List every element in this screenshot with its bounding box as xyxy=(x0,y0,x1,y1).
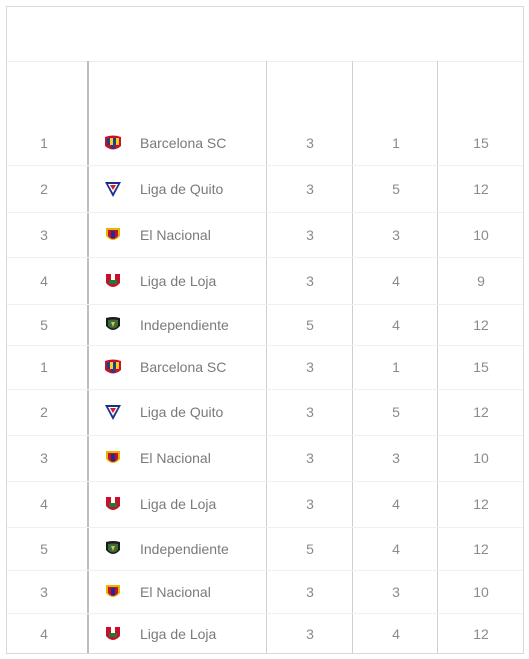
rank-cell: 5 xyxy=(40,316,48,333)
team-name: Barcelona SC xyxy=(140,134,227,151)
points-cell: 12 xyxy=(473,316,489,333)
team-cell[interactable]: Liga de Loja xyxy=(103,613,263,654)
liga-de-loja-crest-icon xyxy=(103,494,123,514)
team-name: El Nacional xyxy=(140,450,211,466)
played-cell: 3 xyxy=(306,226,314,243)
standings-table-frame: 1 Barcelona SC 3 1 15 2 Liga de Quito 3 … xyxy=(6,6,524,654)
table-row[interactable]: 5 Independiente 5 4 12 xyxy=(7,304,523,346)
el-nacional-crest-icon xyxy=(103,225,123,245)
team-name: El Nacional xyxy=(140,226,211,243)
table-row[interactable]: 4 Liga de Loja 3 4 9 xyxy=(7,257,523,305)
points-cell: 15 xyxy=(473,134,489,151)
table-row[interactable]: 3 El Nacional 3 3 10 xyxy=(7,212,523,258)
rank-cell: 1 xyxy=(40,359,48,375)
team-cell[interactable]: El Nacional xyxy=(103,570,263,613)
team-cell[interactable]: Liga de Loja xyxy=(103,481,263,527)
played-cell: 3 xyxy=(306,359,314,375)
el-nacional-crest-icon xyxy=(103,582,123,602)
played-cell: 3 xyxy=(306,134,314,151)
table-row[interactable]: 1 Barcelona SC 3 1 15 xyxy=(7,345,523,390)
independiente-crest-icon xyxy=(103,539,123,559)
rank-cell: 3 xyxy=(40,450,48,466)
liga-de-loja-crest-icon xyxy=(103,271,123,291)
rank-cell: 5 xyxy=(40,540,48,557)
wins-cell: 5 xyxy=(392,180,400,197)
wins-cell: 1 xyxy=(392,134,400,151)
points-cell: 12 xyxy=(473,404,489,420)
played-cell: 3 xyxy=(306,180,314,197)
barcelona-sc-crest-icon xyxy=(103,357,123,377)
team-name: Barcelona SC xyxy=(140,359,227,375)
rank-cell: 3 xyxy=(40,583,48,600)
rank-cell: 1 xyxy=(40,134,48,151)
wins-cell: 5 xyxy=(392,404,400,420)
team-cell[interactable]: Liga de Quito xyxy=(103,389,263,435)
team-cell[interactable]: El Nacional xyxy=(103,212,263,257)
independiente-crest-icon xyxy=(103,315,123,335)
team-cell[interactable]: El Nacional xyxy=(103,435,263,481)
team-cell[interactable]: Liga de Loja xyxy=(103,257,263,304)
table-header-bar xyxy=(7,7,523,62)
team-cell[interactable]: Liga de Quito xyxy=(103,165,263,212)
table-row[interactable]: 1 Barcelona SC 3 1 15 xyxy=(7,120,523,166)
wins-cell: 1 xyxy=(392,359,400,375)
points-cell: 12 xyxy=(473,180,489,197)
team-cell[interactable]: Barcelona SC xyxy=(103,345,263,389)
team-name: Independiente xyxy=(140,540,229,557)
team-cell[interactable]: Independiente xyxy=(103,304,263,345)
table-row[interactable]: 5 Independiente 5 4 12 xyxy=(7,527,523,571)
table-row[interactable]: 2 Liga de Quito 3 5 12 xyxy=(7,165,523,213)
rank-cell: 3 xyxy=(40,226,48,243)
rank-cell: 4 xyxy=(40,272,48,289)
wins-cell: 3 xyxy=(392,226,400,243)
played-cell: 5 xyxy=(306,316,314,333)
el-nacional-crest-icon xyxy=(103,448,123,468)
points-cell: 10 xyxy=(473,226,489,243)
wins-cell: 4 xyxy=(392,625,400,642)
table-row[interactable]: 4 Liga de Loja 3 4 12 xyxy=(7,481,523,528)
points-cell: 10 xyxy=(473,450,489,466)
points-cell: 9 xyxy=(477,272,485,289)
played-cell: 3 xyxy=(306,272,314,289)
team-name: El Nacional xyxy=(140,583,211,600)
wins-cell: 4 xyxy=(392,272,400,289)
table-row[interactable]: 3 El Nacional 3 3 10 xyxy=(7,570,523,614)
team-name: Liga de Quito xyxy=(140,180,224,197)
wins-cell: 3 xyxy=(392,450,400,466)
rank-cell: 2 xyxy=(40,180,48,197)
team-name: Liga de Loja xyxy=(140,272,217,289)
wins-cell: 4 xyxy=(392,540,400,557)
liga-de-loja-crest-icon xyxy=(103,624,123,644)
liga-de-quito-crest-icon xyxy=(103,402,123,422)
rank-cell: 4 xyxy=(40,496,48,512)
team-name: Liga de Quito xyxy=(140,404,224,420)
played-cell: 3 xyxy=(306,625,314,642)
played-cell: 3 xyxy=(306,496,314,512)
team-name: Independiente xyxy=(140,316,229,333)
team-name: Liga de Loja xyxy=(140,496,217,512)
points-cell: 12 xyxy=(473,540,489,557)
table-row[interactable]: 4 Liga de Loja 3 4 12 xyxy=(7,613,523,654)
team-cell[interactable]: Barcelona SC xyxy=(103,120,263,165)
points-cell: 10 xyxy=(473,583,489,600)
liga-de-quito-crest-icon xyxy=(103,179,123,199)
points-cell: 12 xyxy=(473,625,489,642)
wins-cell: 4 xyxy=(392,496,400,512)
rank-cell: 4 xyxy=(40,625,48,642)
team-name: Liga de Loja xyxy=(140,625,217,642)
team-cell[interactable]: Independiente xyxy=(103,527,263,570)
played-cell: 3 xyxy=(306,404,314,420)
barcelona-sc-crest-icon xyxy=(103,133,123,153)
wins-cell: 3 xyxy=(392,583,400,600)
played-cell: 3 xyxy=(306,583,314,600)
points-cell: 12 xyxy=(473,496,489,512)
played-cell: 5 xyxy=(306,540,314,557)
table-row[interactable]: 3 El Nacional 3 3 10 xyxy=(7,435,523,482)
wins-cell: 4 xyxy=(392,316,400,333)
played-cell: 3 xyxy=(306,450,314,466)
rank-cell: 2 xyxy=(40,404,48,420)
table-row[interactable]: 2 Liga de Quito 3 5 12 xyxy=(7,389,523,436)
points-cell: 15 xyxy=(473,359,489,375)
